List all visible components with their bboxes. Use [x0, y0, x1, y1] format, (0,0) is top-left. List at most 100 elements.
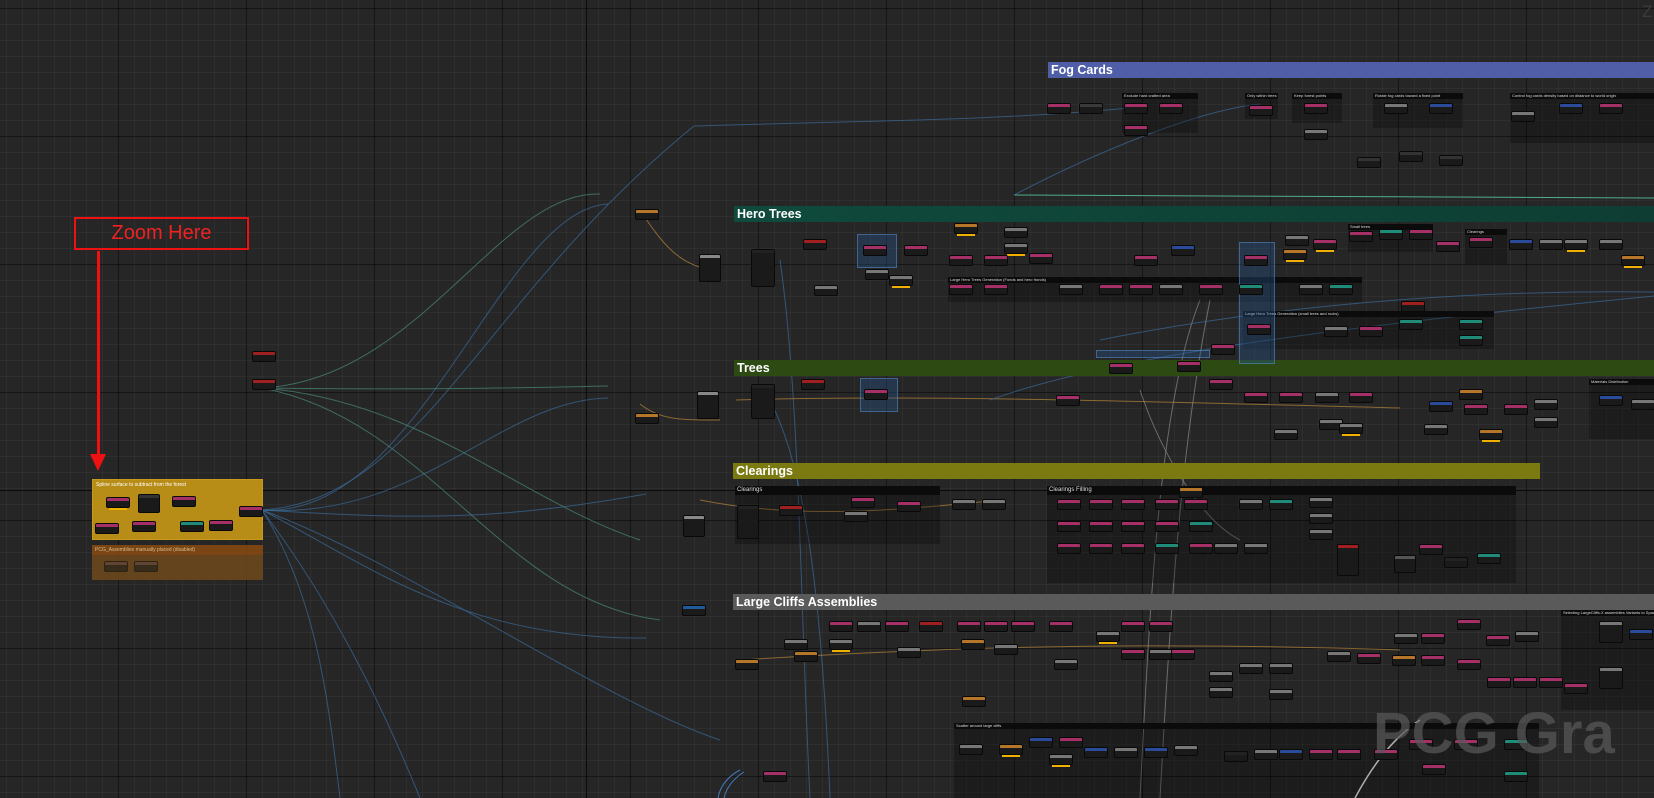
graph-node[interactable]: [1245, 393, 1267, 402]
graph-node[interactable]: [1180, 488, 1202, 497]
graph-node[interactable]: [1122, 522, 1144, 531]
graph-node[interactable]: [1600, 622, 1622, 642]
graph-node[interactable]: [1156, 522, 1178, 531]
graph-node[interactable]: [1505, 405, 1527, 414]
graph-node[interactable]: [1395, 556, 1415, 572]
graph-node[interactable]: [1540, 678, 1562, 687]
graph-node[interactable]: [683, 606, 705, 615]
graph-node[interactable]: [1225, 752, 1247, 761]
graph-node[interactable]: [1130, 285, 1152, 294]
graph-node[interactable]: [962, 640, 984, 649]
graph-node[interactable]: [830, 640, 852, 652]
graph-node[interactable]: [135, 562, 157, 571]
graph-node[interactable]: [1422, 634, 1444, 643]
graph-node[interactable]: [1122, 650, 1144, 659]
graph-node[interactable]: [1245, 256, 1267, 265]
graph-node[interactable]: [738, 506, 758, 538]
graph-node[interactable]: [1350, 393, 1372, 402]
graph-node[interactable]: [985, 622, 1007, 631]
graph-node[interactable]: [963, 697, 985, 706]
graph-node[interactable]: [1012, 622, 1034, 631]
graph-node[interactable]: [1122, 500, 1144, 509]
graph-node[interactable]: [1325, 327, 1347, 336]
graph-node[interactable]: [1240, 285, 1262, 294]
graph-node[interactable]: [700, 255, 720, 281]
graph-node[interactable]: [960, 745, 982, 754]
graph-node[interactable]: [1280, 393, 1302, 402]
graph-node[interactable]: [1210, 380, 1232, 389]
graph-node[interactable]: [1380, 230, 1402, 239]
graph-node[interactable]: [1125, 104, 1147, 113]
graph-node[interactable]: [1350, 232, 1372, 241]
graph-node[interactable]: [1125, 126, 1147, 135]
graph-node[interactable]: [1465, 405, 1487, 414]
graph-node[interactable]: [1156, 500, 1178, 509]
graph-node[interactable]: [852, 498, 874, 507]
graph-node[interactable]: [1275, 430, 1297, 439]
pcg-graph-canvas[interactable]: Fog Cards Hero Trees Trees Clearings Lar…: [0, 0, 1654, 798]
graph-node[interactable]: [1060, 285, 1082, 294]
graph-node[interactable]: [886, 622, 908, 631]
graph-node[interactable]: [858, 622, 880, 631]
graph-node[interactable]: [866, 270, 888, 279]
graph-node[interactable]: [1085, 748, 1107, 757]
graph-node[interactable]: [1422, 656, 1444, 665]
graph-node[interactable]: [1200, 285, 1222, 294]
graph-node[interactable]: [785, 640, 807, 649]
graph-node[interactable]: [1300, 285, 1322, 294]
graph-node[interactable]: [1284, 250, 1306, 262]
graph-node[interactable]: [1122, 544, 1144, 553]
graph-node[interactable]: [253, 352, 275, 361]
graph-node[interactable]: [1430, 402, 1452, 411]
graph-node[interactable]: [1314, 240, 1336, 252]
graph-node[interactable]: [845, 512, 867, 521]
graph-node[interactable]: [1338, 750, 1360, 759]
graph-node[interactable]: [1358, 158, 1380, 167]
graph-node[interactable]: [1240, 500, 1262, 509]
graph-node[interactable]: [173, 497, 195, 506]
graph-node[interactable]: [1460, 390, 1482, 399]
graph-node[interactable]: [1632, 400, 1654, 409]
graph-node[interactable]: [1270, 690, 1292, 699]
graph-node[interactable]: [1565, 684, 1587, 693]
graph-node[interactable]: [1340, 424, 1362, 436]
graph-node[interactable]: [985, 256, 1007, 265]
graph-node[interactable]: [1310, 514, 1332, 523]
comment-clearings-sub[interactable]: Clearings: [735, 486, 940, 544]
graph-node[interactable]: [139, 495, 159, 512]
graph-node[interactable]: [1395, 634, 1417, 643]
graph-node[interactable]: [1445, 558, 1467, 567]
graph-node[interactable]: [1320, 420, 1342, 429]
graph-node[interactable]: [1185, 500, 1207, 509]
graph-node[interactable]: [1400, 320, 1422, 329]
graph-node[interactable]: [995, 645, 1017, 654]
graph-node[interactable]: [1512, 112, 1534, 121]
graph-node[interactable]: [1430, 104, 1452, 113]
graph-node[interactable]: [1058, 522, 1080, 531]
graph-node[interactable]: [1540, 240, 1562, 249]
graph-node[interactable]: [107, 498, 129, 510]
graph-node[interactable]: [1385, 104, 1407, 113]
graph-node[interactable]: [1286, 236, 1308, 245]
graph-node[interactable]: [636, 414, 658, 423]
graph-node[interactable]: [1510, 240, 1532, 249]
graph-node[interactable]: [1516, 632, 1538, 641]
graph-node[interactable]: [181, 522, 203, 531]
graph-node[interactable]: [950, 256, 972, 265]
graph-node[interactable]: [804, 240, 826, 249]
graph-node[interactable]: [752, 250, 774, 286]
graph-node[interactable]: [698, 392, 718, 418]
graph-node[interactable]: [1535, 400, 1557, 409]
graph-node[interactable]: [1210, 688, 1232, 697]
graph-node[interactable]: [1110, 364, 1132, 373]
graph-node[interactable]: [1048, 104, 1070, 113]
graph-node[interactable]: [1050, 622, 1072, 631]
graph-node[interactable]: [1305, 104, 1327, 113]
graph-node[interactable]: [953, 500, 975, 509]
graph-node[interactable]: [815, 286, 837, 295]
graph-node[interactable]: [1250, 106, 1272, 115]
graph-node[interactable]: [1215, 544, 1237, 553]
graph-node[interactable]: [1100, 285, 1122, 294]
graph-node[interactable]: [1338, 545, 1358, 575]
graph-node[interactable]: [1600, 104, 1622, 113]
